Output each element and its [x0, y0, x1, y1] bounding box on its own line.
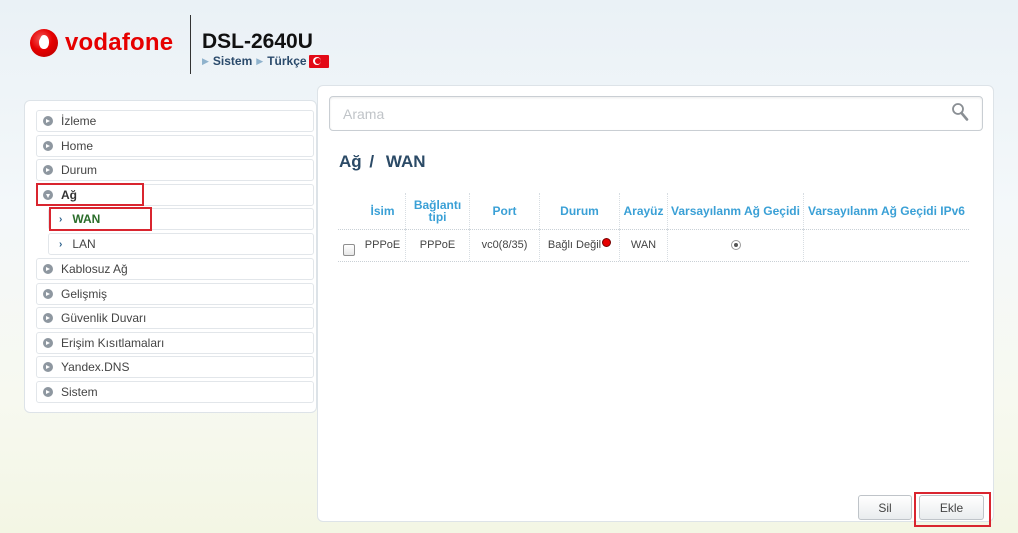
cell-status[interactable]: Bağlı Değil: [540, 229, 620, 261]
cell-default-gateway-ipv6: [804, 229, 969, 261]
delete-button[interactable]: Sil: [858, 495, 912, 520]
circle-arrow-icon: [43, 313, 53, 323]
add-button[interactable]: Ekle: [919, 495, 984, 520]
search-icon[interactable]: [951, 102, 969, 122]
column-header-status[interactable]: Durum: [540, 193, 620, 229]
sidebar-item-yandex-dns[interactable]: Yandex.DNS: [36, 356, 314, 378]
sidebar-item-label: Gelişmiş: [61, 287, 108, 301]
sidebar-item-label: Güvenlik Duvarı: [61, 311, 147, 325]
sidebar: İzleme Home Durum Ağ › WAN › LAN Kablosu…: [24, 100, 317, 413]
sidebar-item-status[interactable]: Durum: [36, 159, 314, 181]
column-header-port[interactable]: Port: [470, 193, 540, 229]
logo-text: vodafone: [65, 29, 174, 56]
circle-arrow-icon: [43, 264, 53, 274]
cell-port[interactable]: vc0(8/35): [470, 229, 540, 261]
sidebar-item-network[interactable]: Ağ: [36, 184, 314, 206]
triangle-right-icon: ▶: [256, 55, 264, 66]
vodafone-speechmark-icon: [30, 29, 58, 57]
sidebar-item-label: LAN: [72, 237, 96, 251]
sidebar-item-label: Sistem: [61, 385, 98, 399]
column-header-default-gateway[interactable]: Varsayılanm Ağ Geçidi: [668, 193, 804, 229]
main-panel: Ağ / WAN İsim Bağlantı tipi Port Durum A…: [317, 85, 994, 522]
default-gateway-radio[interactable]: [730, 240, 741, 250]
circle-arrow-icon: [43, 387, 53, 397]
sidebar-item-label: İzleme: [61, 114, 97, 128]
row-checkbox[interactable]: [343, 244, 355, 256]
sidebar-item-label: Erişim Kısıtlamaları: [61, 336, 165, 350]
circle-arrow-icon: [43, 289, 53, 299]
chevron-right-icon: ›: [59, 238, 63, 250]
circle-arrow-icon: [43, 362, 53, 372]
row-divider: [338, 261, 969, 262]
header-links: ▶ Sistem ▶ Türkçe: [202, 54, 329, 68]
sidebar-item-lan[interactable]: › LAN: [48, 233, 314, 255]
system-link[interactable]: Sistem: [213, 54, 252, 68]
sidebar-item-label: Home: [61, 139, 94, 153]
cell-interface[interactable]: WAN: [620, 229, 668, 261]
sidebar-item-label: Ağ: [61, 188, 77, 202]
sidebar-item-label: WAN: [72, 212, 101, 226]
circle-arrow-icon: [43, 116, 53, 126]
turkish-flag-icon[interactable]: [308, 54, 329, 68]
sidebar-item-system[interactable]: Sistem: [36, 381, 314, 403]
status-text: Bağlı Değil: [547, 239, 602, 251]
cell-default-gateway: [668, 229, 804, 261]
sidebar-item-home[interactable]: Home: [36, 135, 314, 157]
device-model: DSL-2640U: [202, 30, 313, 53]
circle-arrow-down-icon: [43, 190, 53, 200]
sidebar-item-label: Yandex.DNS: [61, 360, 130, 374]
column-header-default-gateway-ipv6[interactable]: Varsayılanm Ağ Geçidi IPv6: [804, 193, 969, 229]
sidebar-item-advanced[interactable]: Gelişmiş: [36, 283, 314, 305]
sidebar-item-wan[interactable]: › WAN: [48, 208, 314, 230]
cell-name[interactable]: PPPoE: [360, 229, 406, 261]
circle-arrow-icon: [43, 141, 53, 151]
page-title: Ağ / WAN: [339, 152, 426, 172]
breadcrumb-parent: Ağ: [339, 152, 362, 171]
chevron-right-icon: ›: [59, 213, 63, 225]
sidebar-item-access-restrictions[interactable]: Erişim Kısıtlamaları: [36, 332, 314, 354]
page-title-text: WAN: [385, 152, 426, 171]
column-header-name[interactable]: İsim: [360, 193, 406, 229]
row-select-cell: [338, 229, 360, 261]
sidebar-item-label: Durum: [61, 163, 98, 177]
sidebar-item-firewall[interactable]: Güvenlik Duvarı: [36, 307, 314, 329]
sidebar-item-monitoring[interactable]: İzleme: [36, 110, 314, 132]
search-input[interactable]: [329, 96, 983, 131]
vodafone-logo: vodafone: [30, 29, 173, 57]
sidebar-item-wireless[interactable]: Kablosuz Ağ: [36, 258, 314, 280]
circle-arrow-icon: [43, 165, 53, 175]
cell-type[interactable]: PPPoE: [406, 229, 470, 261]
circle-arrow-icon: [43, 338, 53, 348]
disconnected-status-icon: [602, 237, 612, 247]
breadcrumb-separator: /: [369, 152, 375, 171]
column-header-type[interactable]: Bağlantı tipi: [406, 193, 470, 229]
triangle-right-icon: ▶: [202, 55, 209, 66]
column-header-interface[interactable]: Arayüz: [620, 193, 668, 229]
header-divider: [190, 15, 191, 74]
language-link[interactable]: Türkçe: [267, 54, 306, 68]
sidebar-item-label: Kablosuz Ağ: [61, 262, 128, 276]
